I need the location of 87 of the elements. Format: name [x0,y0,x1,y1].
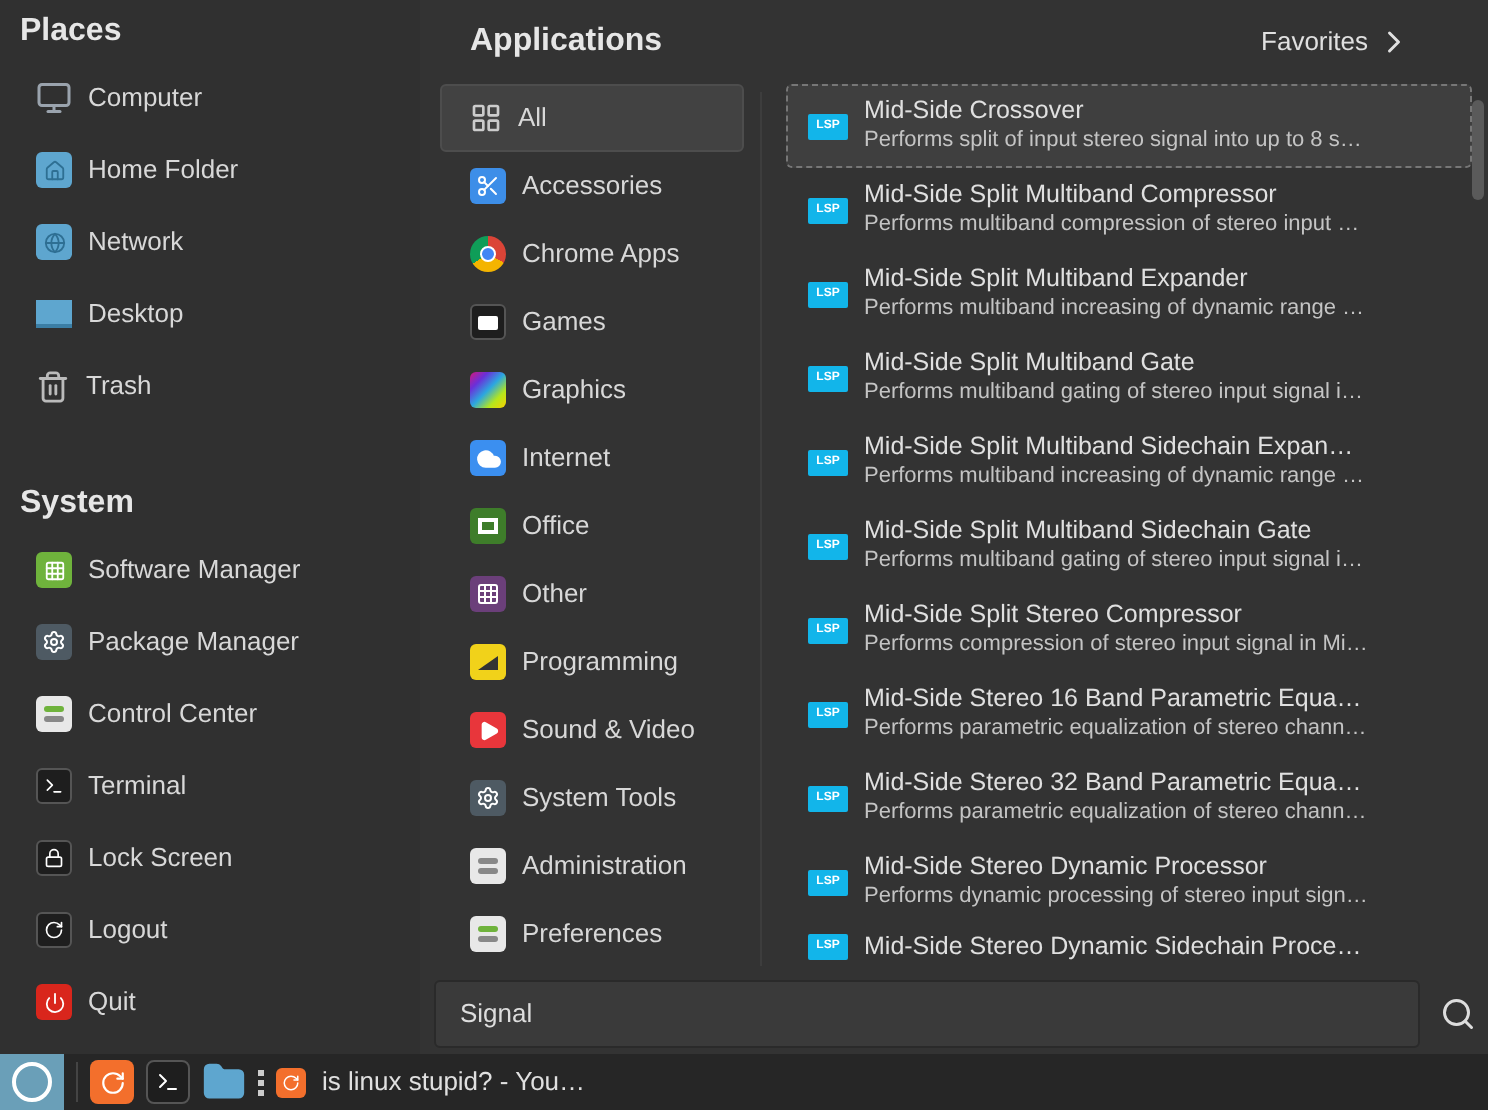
chrome-icon [470,236,506,272]
terminal-icon [36,768,72,804]
app-name: Mid-Side Stereo 32 Band Parametric Equa… [864,768,1364,798]
app-name: Mid-Side Split Multiband Expander [864,264,1250,294]
menu-item[interactable]: Quit [0,966,420,1038]
category-item[interactable]: Internet [440,424,744,492]
menu-item[interactable]: Logout [0,894,420,966]
terminal-launcher[interactable] [146,1060,190,1104]
category-item[interactable]: Graphics [440,356,744,424]
desktop-icon [36,300,72,328]
window-button[interactable]: is linux stupid? - You… [276,1054,602,1110]
category-item[interactable]: All [440,84,744,152]
category-item[interactable]: Administration [440,832,744,900]
gear-icon [36,624,72,660]
toggles-icon [36,696,72,732]
app-name: Mid-Side Split Multiband Compressor [864,180,1279,210]
app-description: Performs multiband increasing of dynamic range … [864,294,1365,324]
app-name: Mid-Side Crossover [864,96,1086,126]
search-icon[interactable] [1440,996,1476,1032]
app-name: Mid-Side Stereo Dynamic Sidechain Proce… [864,931,1362,961]
menu-item[interactable]: Software Manager [0,534,420,606]
lock-icon [36,840,72,876]
menu-item[interactable]: Lock Screen [0,822,420,894]
browser-icon [276,1067,306,1097]
app-description: Performs parametric equalization of stereo chann… [864,714,1367,744]
app-description: Performs multiband gating of stereo input signal i… [864,378,1363,408]
terminal-prompt-icon [156,1070,180,1094]
app-description: Performs dynamic processing of stereo input sign… [864,882,1368,912]
menu-item[interactable]: Computer [0,62,420,134]
menu-item[interactable]: Terminal [0,750,420,822]
trash-icon [36,369,70,403]
menu-item[interactable]: Package Manager [0,606,420,678]
grid-icon [470,102,502,134]
toggles-icon [470,848,506,884]
menu-item[interactable]: Control Center [0,678,420,750]
browser-launcher[interactable] [90,1060,134,1104]
menu-item[interactable]: Desktop [0,278,420,350]
cloud-icon [470,440,506,476]
menu-button[interactable] [0,1054,64,1110]
app-name: Mid-Side Split Multiband Sidechain Expan… [864,432,1356,462]
category-item[interactable]: Accessories [440,152,744,220]
category-item[interactable]: Chrome Apps [440,220,744,288]
menu-item[interactable]: Home Folder [0,134,420,206]
power-icon [36,984,72,1020]
app-description: Performs compression of stereo input signal in Mi… [864,630,1368,660]
section-heading: System [18,484,136,524]
drag-handle-icon [258,1069,264,1095]
monitor-icon [36,80,72,116]
software-manager-icon [36,552,72,588]
app-description: Performs multiband gating of stereo input signal i… [864,546,1363,576]
app-description: Performs parametric equalization of stereo chann… [864,798,1367,828]
document-icon [470,508,506,544]
folder-launcher[interactable] [202,1060,246,1104]
logout-icon [36,912,72,948]
search-field[interactable]: Signal [434,980,1420,1048]
category-item[interactable]: Games [440,288,744,356]
menu-item[interactable]: Network [0,206,420,278]
menu-item[interactable]: Trash [0,350,420,422]
app-name: Mid-Side Split Multiband Gate [864,348,1197,378]
grid-icon [470,576,506,612]
category-item[interactable]: Office [440,492,744,560]
category-item[interactable]: Preferences [440,900,744,968]
category-item[interactable]: System Tools [440,764,744,832]
app-description: Performs split of input stereo signal into up to 8 s… [864,126,1362,156]
category-item[interactable]: Sound & Video [440,696,744,764]
scrollbar-thumb[interactable] [1472,100,1484,200]
refresh-arrow-icon [99,1069,125,1095]
gear-icon [470,780,506,816]
play-icon [470,712,506,748]
network-folder-icon [36,224,72,260]
home-folder-icon [36,152,72,188]
invader-icon [470,304,506,340]
app-description: Performs multiband increasing of dynamic range … [864,462,1365,492]
rainbow-icon [470,372,506,408]
category-item[interactable]: Programming [440,628,744,696]
app-name: Mid-Side Split Stereo Compressor [864,600,1244,630]
section-heading: Places [18,12,124,52]
ruler-icon [470,644,506,680]
applications-heading: Applications [470,22,663,62]
app-description: Performs multiband compression of stereo input … [864,210,1360,240]
app-name: Mid-Side Stereo Dynamic Processor [864,852,1269,882]
favorites-link[interactable]: Favorites [1261,22,1412,62]
category-item[interactable]: Other [440,560,744,628]
app-name: Mid-Side Split Multiband Sidechain Gate [864,516,1314,546]
scissors-icon [470,168,506,204]
toggles-icon [470,916,506,952]
app-name: Mid-Side Stereo 16 Band Parametric Equa… [864,684,1364,714]
